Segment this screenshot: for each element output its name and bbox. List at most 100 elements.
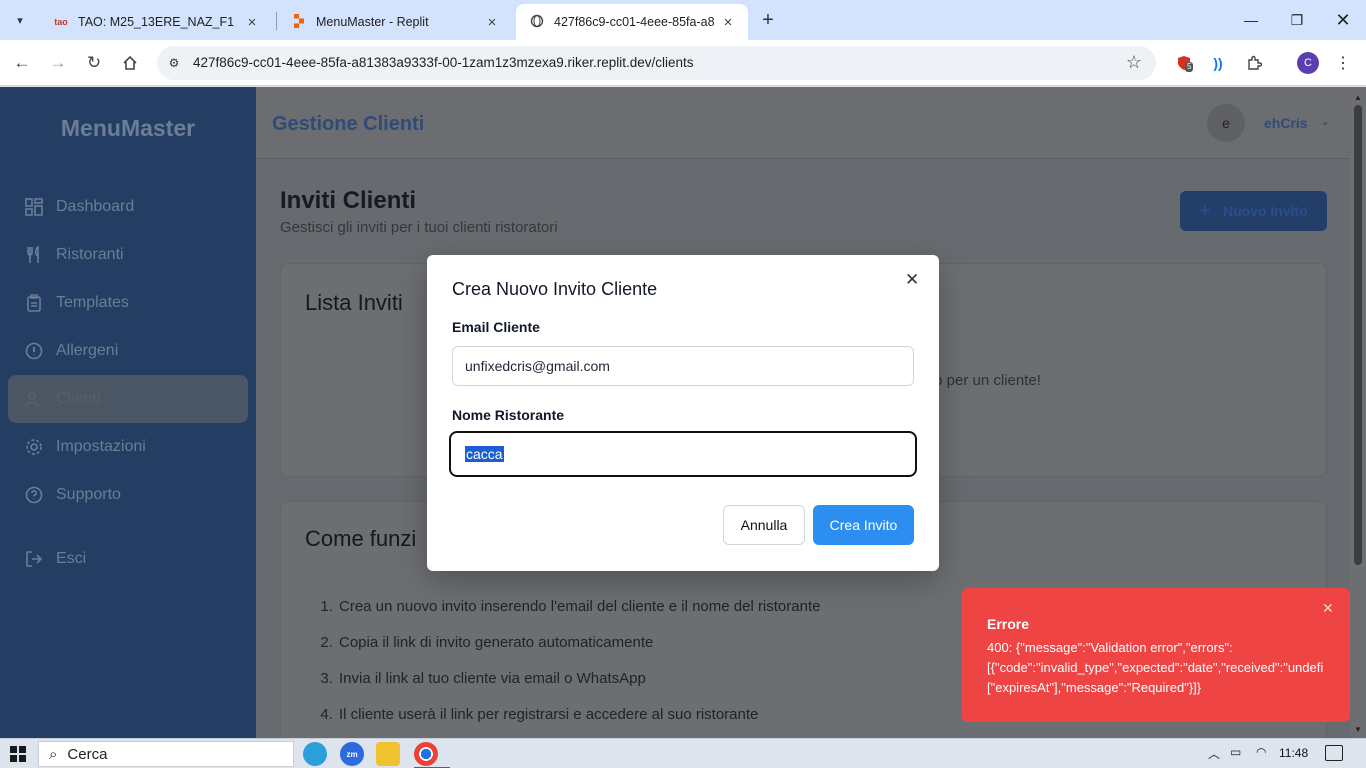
tab-close-icon[interactable]: × bbox=[484, 14, 500, 31]
tab-replit[interactable]: MenuMaster - Replit × bbox=[278, 4, 512, 40]
os-taskbar: ⌕ Cerca zm ︿ ▭ ◠ 11:48 bbox=[0, 738, 1366, 768]
close-icon[interactable]: ✕ bbox=[905, 270, 919, 290]
toast-message: 400: {"message":"Validation error","erro… bbox=[987, 640, 1324, 695]
error-toast: Errore ✕ 400: {"message":"Validation err… bbox=[962, 588, 1350, 722]
window-close-icon[interactable]: ✕ bbox=[1320, 0, 1366, 40]
home-icon[interactable] bbox=[117, 50, 143, 76]
top-header: Gestione Clienti e ehCris ⌄ bbox=[256, 87, 1350, 159]
windows-start-icon[interactable] bbox=[10, 746, 26, 762]
taskbar-search-label: Cerca bbox=[67, 745, 108, 763]
battery-icon[interactable]: ▭ bbox=[1230, 745, 1241, 759]
alert-circle-icon bbox=[24, 341, 44, 361]
restaurant-value-selected: cacca bbox=[465, 446, 504, 462]
scrollbar-thumb[interactable] bbox=[1354, 105, 1362, 565]
tab-tao[interactable]: tao TAO: M25_13ERE_NAZ_F1 × bbox=[40, 4, 272, 40]
clock[interactable]: 11:48 bbox=[1279, 746, 1308, 760]
sidebar-item-label: Impostazioni bbox=[56, 438, 146, 455]
dialog-title: Crea Nuovo Invito Cliente bbox=[452, 279, 658, 299]
plus-icon: + bbox=[1199, 199, 1211, 222]
tab-title: MenuMaster - Replit bbox=[316, 15, 429, 29]
tab-title: TAO: M25_13ERE_NAZ_F1 bbox=[78, 15, 235, 29]
reload-icon[interactable]: ↻ bbox=[81, 50, 107, 76]
browser-toolbar: ← → ↻ ⚙ 427f86c9-cc01-4eee-85fa-a81383a9… bbox=[0, 40, 1366, 86]
utensils-icon bbox=[24, 245, 44, 265]
cancel-button[interactable]: Annulla bbox=[723, 505, 805, 545]
sidebar-item-dashboard[interactable]: Dashboard bbox=[8, 183, 248, 231]
create-invite-dialog: Crea Nuovo Invito Cliente ✕ Email Client… bbox=[427, 255, 939, 571]
steps-list: Crea un nuovo invito inserendo l'email d… bbox=[337, 595, 820, 738]
sidebar-item-clienti[interactable]: Clienti bbox=[8, 375, 248, 423]
sidebar-item-label: Dashboard bbox=[56, 198, 135, 215]
page-title: Inviti Clienti bbox=[280, 187, 417, 214]
sidebar-item-label: Supporto bbox=[56, 486, 121, 503]
brand-logo-text: MenuMaster bbox=[60, 115, 196, 141]
toast-close-icon[interactable]: ✕ bbox=[1322, 600, 1334, 617]
avatar[interactable]: e bbox=[1207, 104, 1245, 142]
extension-badge: 5 bbox=[1185, 62, 1194, 72]
notifications-icon[interactable] bbox=[1325, 745, 1343, 761]
site-info-icon[interactable]: ⚙ bbox=[165, 54, 183, 72]
extensions-puzzle-icon[interactable] bbox=[1243, 52, 1265, 74]
wifi-icon[interactable]: ◠ bbox=[1256, 745, 1266, 759]
sidebar-item-label: Esci bbox=[56, 550, 87, 567]
create-invite-button[interactable]: Crea Invito bbox=[813, 505, 914, 545]
gear-icon bbox=[24, 437, 44, 457]
chevron-down-icon[interactable]: ⌄ bbox=[1320, 114, 1330, 128]
zoom-app-icon[interactable]: zm bbox=[340, 742, 364, 766]
restore-icon[interactable]: ❐ bbox=[1274, 0, 1320, 40]
clipboard-icon bbox=[24, 293, 44, 313]
new-invite-button[interactable]: + Nuovo Invito bbox=[1180, 191, 1327, 231]
sidebar-item-label: Ristoranti bbox=[56, 246, 124, 263]
back-icon[interactable]: ← bbox=[9, 50, 35, 76]
users-icon bbox=[24, 389, 44, 409]
page-subtitle: Gestisci gli inviti per i tuoi clienti r… bbox=[280, 219, 558, 236]
sidebar-item-allergeni[interactable]: Allergeni bbox=[8, 327, 248, 375]
toast-title: Errore bbox=[987, 616, 1030, 632]
search-icon: ⌕ bbox=[49, 745, 58, 763]
restaurant-name-field[interactable]: cacca bbox=[449, 431, 917, 477]
tray-chevron-up-icon[interactable]: ︿ bbox=[1208, 745, 1220, 762]
card-title: Lista Inviti bbox=[305, 290, 403, 315]
edge-app-icon[interactable] bbox=[303, 742, 327, 766]
list-item: Invia il link al tuo cliente via email o… bbox=[337, 667, 820, 703]
chrome-app-icon[interactable] bbox=[414, 742, 450, 768]
extension-audio-icon[interactable]: )) bbox=[1207, 52, 1229, 74]
logout-icon bbox=[24, 549, 44, 569]
sidebar-item-label: Templates bbox=[56, 294, 129, 311]
sidebar-item-esci[interactable]: Esci bbox=[8, 535, 248, 583]
new-tab-button[interactable]: + bbox=[757, 8, 779, 32]
list-item: Il cliente userà il link per registrarsi… bbox=[337, 703, 820, 738]
restaurant-label: Nome Ristorante bbox=[452, 407, 565, 423]
scroll-down-icon[interactable]: ▼ bbox=[1354, 725, 1362, 734]
sidebar-item-supporto[interactable]: Supporto bbox=[8, 471, 248, 519]
sidebar: MenuMaster Dashboard Ristoranti Template… bbox=[0, 87, 256, 738]
email-field[interactable]: unfixedcris@gmail.com bbox=[452, 346, 914, 386]
globe-icon bbox=[528, 14, 546, 31]
scroll-up-icon[interactable]: ▲ bbox=[1354, 93, 1362, 102]
url-text: 427f86c9-cc01-4eee-85fa-a81383a9333f-00-… bbox=[193, 55, 694, 70]
sidebar-item-ristoranti[interactable]: Ristoranti bbox=[8, 231, 248, 279]
browser-menu-icon[interactable]: ⋮ bbox=[1332, 52, 1354, 74]
taskbar-search-input[interactable]: ⌕ Cerca bbox=[38, 741, 294, 767]
minimize-icon[interactable]: — bbox=[1228, 0, 1274, 40]
extension-shield-icon[interactable]: 5 bbox=[1173, 52, 1195, 74]
tao-favicon-icon: tao bbox=[54, 17, 68, 27]
tab-active-clients[interactable]: 427f86c9-cc01-4eee-85fa-a813 × bbox=[516, 4, 748, 40]
address-bar[interactable]: ⚙ 427f86c9-cc01-4eee-85fa-a81383a9333f-0… bbox=[157, 46, 1156, 80]
help-circle-icon bbox=[24, 485, 44, 505]
card-title: Come funzi bbox=[305, 526, 417, 551]
tab-search-chevron-icon[interactable]: ▾ bbox=[8, 8, 32, 32]
header-title: Gestione Clienti bbox=[272, 113, 425, 135]
tab-close-icon[interactable]: × bbox=[720, 14, 736, 31]
forward-icon[interactable]: → bbox=[45, 50, 71, 76]
bookmark-star-icon[interactable]: ☆ bbox=[1126, 52, 1142, 73]
page-scrollbar[interactable]: ▲ ▼ bbox=[1350, 87, 1366, 738]
file-explorer-icon[interactable] bbox=[376, 742, 400, 766]
user-name[interactable]: ehCris bbox=[1264, 115, 1308, 131]
sidebar-item-impostazioni[interactable]: Impostazioni bbox=[8, 423, 248, 471]
tab-close-icon[interactable]: × bbox=[244, 14, 260, 31]
profile-avatar[interactable]: C bbox=[1297, 52, 1319, 74]
sidebar-item-templates[interactable]: Templates bbox=[8, 279, 248, 327]
sidebar-item-label: Clienti bbox=[56, 390, 101, 407]
replit-icon bbox=[290, 13, 308, 31]
